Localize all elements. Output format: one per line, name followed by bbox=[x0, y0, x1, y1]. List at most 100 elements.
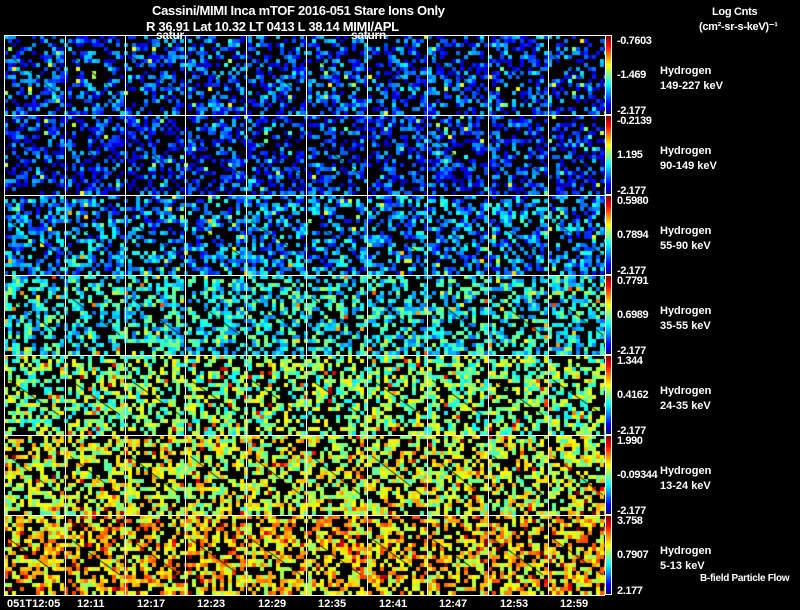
energy-label: 5-13 keV bbox=[660, 560, 705, 572]
heatmap-panel bbox=[4, 115, 605, 195]
x-tick-label: 12:35 bbox=[318, 598, 347, 610]
grid-line bbox=[306, 275, 307, 355]
grid-line bbox=[488, 355, 489, 435]
grid-line bbox=[306, 35, 307, 115]
colorbar-max-label: 1.344 bbox=[617, 355, 643, 367]
colorbar-max-label: 0.7791 bbox=[617, 275, 649, 287]
energy-label: 24-35 keV bbox=[660, 400, 711, 412]
heatmap-grid bbox=[4, 35, 606, 596]
grid-line bbox=[367, 115, 368, 195]
grid-line bbox=[125, 35, 126, 115]
grid-line bbox=[306, 435, 307, 515]
grid-line bbox=[306, 515, 307, 595]
x-tick-label: 051T12:05 bbox=[7, 598, 61, 610]
grid-line bbox=[488, 275, 489, 355]
x-tick-label: 12:29 bbox=[258, 598, 287, 610]
species-label: Hydrogen bbox=[660, 225, 712, 237]
grid-line bbox=[306, 195, 307, 275]
grid-line bbox=[246, 435, 247, 515]
overlay-label-left: satur bbox=[156, 28, 184, 42]
heatmap-panel bbox=[4, 35, 605, 115]
energy-label: 13-24 keV bbox=[660, 480, 711, 492]
grid-line bbox=[427, 35, 428, 115]
colorbar-mid-label: 0.4162 bbox=[617, 389, 649, 401]
plot-title: Cassini/MIMI Inca mTOF 2016-051 Stare Io… bbox=[152, 3, 445, 18]
panel-label: Hydrogen 55-90 keV bbox=[660, 224, 711, 254]
grid-line bbox=[246, 115, 247, 195]
colorbar-max-label: -0.2139 bbox=[617, 115, 652, 127]
grid-line bbox=[367, 195, 368, 275]
energy-label: 35-55 keV bbox=[660, 320, 711, 332]
grid-line bbox=[4, 595, 605, 596]
grid-line bbox=[185, 35, 186, 115]
species-label: Hydrogen bbox=[660, 305, 712, 317]
grid-line bbox=[367, 515, 368, 595]
grid-line bbox=[65, 115, 66, 195]
grid-line bbox=[548, 275, 549, 355]
grid-line bbox=[488, 35, 489, 115]
colorbar bbox=[605, 115, 612, 195]
grid-line bbox=[427, 435, 428, 515]
heatmap-panel bbox=[4, 355, 605, 435]
grid-line bbox=[185, 515, 186, 595]
heatmap-panel bbox=[4, 515, 605, 595]
colorbar-mid-label: -1.469 bbox=[617, 69, 646, 81]
grid-line bbox=[367, 435, 368, 515]
panel-row bbox=[4, 195, 606, 275]
grid-line bbox=[246, 355, 247, 435]
grid-line bbox=[367, 355, 368, 435]
colorbar bbox=[605, 435, 612, 515]
panel-row bbox=[4, 435, 606, 515]
colorbar-mid-label: -0.09344 bbox=[617, 469, 658, 481]
panel-row bbox=[4, 35, 606, 115]
x-tick-label: 12:17 bbox=[137, 598, 166, 610]
colorbar-max-label: 0.5980 bbox=[617, 195, 649, 207]
heatmap-panel bbox=[4, 195, 605, 275]
panel-label: Hydrogen 13-24 keV bbox=[660, 464, 711, 494]
grid-line bbox=[4, 515, 605, 516]
grid-line bbox=[125, 195, 126, 275]
colorbar bbox=[605, 35, 612, 115]
grid-line bbox=[65, 515, 66, 595]
heatmap-panel bbox=[4, 275, 605, 355]
x-tick-label: 12:47 bbox=[439, 598, 468, 610]
colorbar-max-label: 3.758 bbox=[617, 515, 643, 527]
grid-line bbox=[4, 35, 605, 36]
colorbar-max-label: 1.990 bbox=[617, 435, 643, 447]
grid-line bbox=[306, 115, 307, 195]
species-label: Hydrogen bbox=[660, 65, 712, 77]
panel-label: Hydrogen 90-149 keV bbox=[660, 144, 717, 174]
x-tick-label: 12:11 bbox=[77, 598, 105, 610]
grid-line bbox=[125, 515, 126, 595]
grid-line bbox=[488, 115, 489, 195]
grid-line bbox=[185, 195, 186, 275]
panel-row bbox=[4, 115, 606, 195]
bfield-legend: B-field Particle Flow bbox=[700, 573, 790, 584]
grid-line bbox=[548, 355, 549, 435]
species-label: Hydrogen bbox=[660, 545, 712, 557]
grid-line bbox=[548, 435, 549, 515]
panel-label: Hydrogen 24-35 keV bbox=[660, 384, 711, 414]
grid-line bbox=[4, 195, 5, 275]
colorbar-units: (cm²-sr-s-keV)⁻¹ bbox=[699, 21, 778, 33]
grid-line bbox=[548, 515, 549, 595]
colorbar-min-label: 2.177 bbox=[617, 585, 643, 597]
grid-line bbox=[427, 275, 428, 355]
colorbar bbox=[605, 275, 612, 355]
grid-line bbox=[246, 35, 247, 115]
grid-line bbox=[427, 355, 428, 435]
grid-line bbox=[427, 515, 428, 595]
panel-row bbox=[4, 515, 606, 595]
grid-line bbox=[246, 195, 247, 275]
grid-line bbox=[488, 435, 489, 515]
grid-line bbox=[246, 515, 247, 595]
grid-line bbox=[306, 355, 307, 435]
panel-row bbox=[4, 355, 606, 435]
panel-row bbox=[4, 275, 606, 355]
energy-label: 149-227 keV bbox=[660, 80, 723, 92]
heatmap-panel bbox=[4, 435, 605, 515]
species-label: Hydrogen bbox=[660, 385, 712, 397]
grid-line bbox=[4, 115, 605, 116]
grid-line bbox=[427, 115, 428, 195]
x-tick-label: 12:23 bbox=[197, 598, 226, 610]
